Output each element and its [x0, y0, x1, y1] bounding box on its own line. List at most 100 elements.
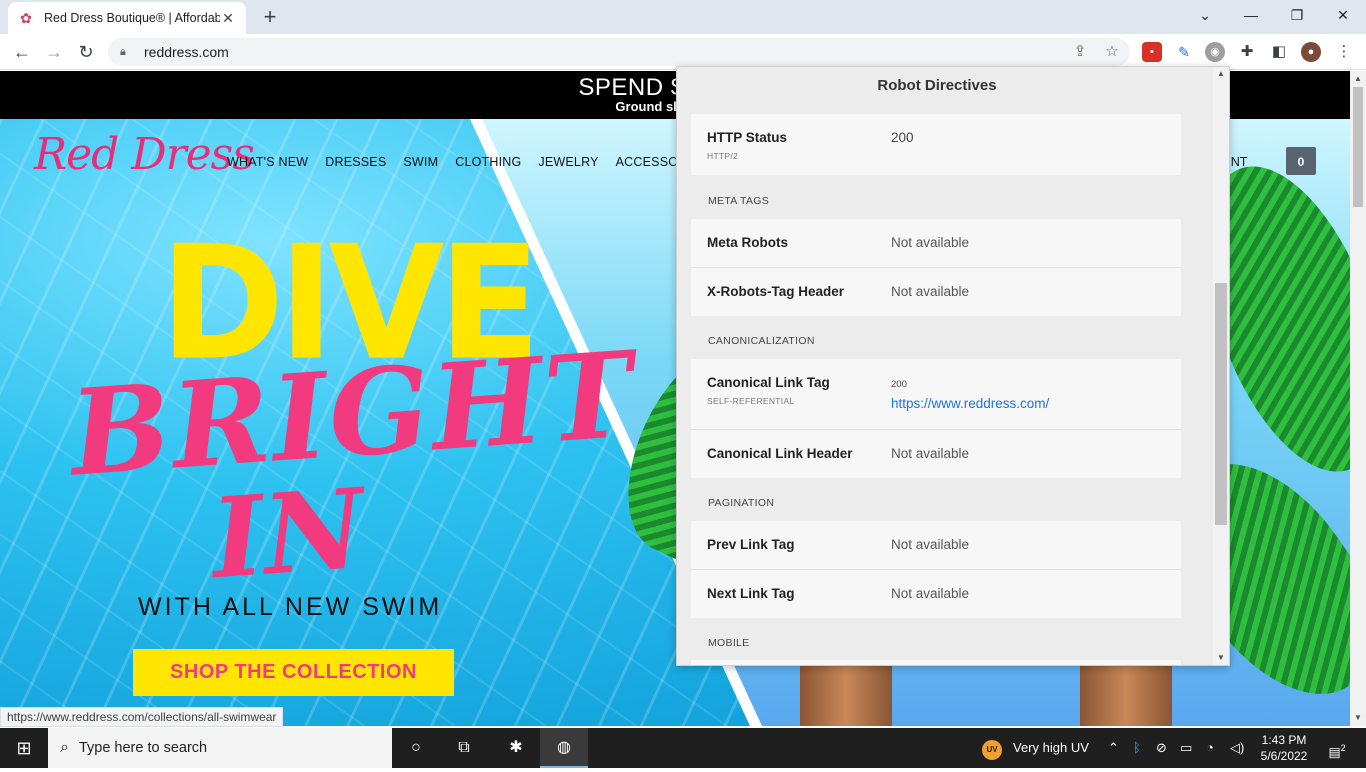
next-link-value: Not available: [891, 586, 970, 601]
page-scrollbar[interactable]: ▲ ▼: [1350, 71, 1366, 726]
http-status-label: HTTP Status: [707, 130, 788, 145]
section-meta-tags: META TAGS: [708, 195, 770, 207]
scroll-down-arrow-icon[interactable]: ▼: [1213, 651, 1229, 665]
nav-item-dresses[interactable]: DRESSES: [325, 155, 386, 169]
tab-title: Red Dress Boutique® | Affordable: [44, 11, 220, 25]
extension-eye-icon[interactable]: ◉: [1205, 42, 1225, 62]
next-link-row: Next Link Tag Not available: [691, 570, 1181, 618]
meta-tags-card: Meta Robots Not available X-Robots-Tag H…: [691, 219, 1181, 316]
canonical-header-value: Not available: [891, 446, 970, 461]
browser-tab[interactable]: ✿ Red Dress Boutique® | Affordable ✕: [8, 2, 246, 34]
notification-count: 2: [1340, 743, 1346, 753]
battery-icon[interactable]: ▭: [1180, 728, 1192, 768]
canonical-tag-row: Canonical Link Tag SELF-REFERENTIAL 200 …: [691, 359, 1181, 430]
extension-pen-icon[interactable]: ✎: [1174, 42, 1194, 62]
http-status-card: HTTP Status HTTP/2 200: [691, 114, 1181, 175]
meta-robots-value: Not available: [891, 235, 970, 250]
hero-subline: WITH ALL NEW SWIM: [138, 593, 443, 621]
new-tab-button[interactable]: +: [258, 6, 282, 30]
prev-link-row: Prev Link Tag Not available: [691, 521, 1181, 570]
site-logo[interactable]: Red Dress: [34, 129, 255, 180]
windows-start-icon[interactable]: ⊞: [0, 728, 48, 768]
nav-item-clothing[interactable]: CLOTHING: [455, 155, 521, 169]
canonical-header-row: Canonical Link Header Not available: [691, 430, 1181, 478]
http-version: HTTP/2: [707, 151, 739, 161]
pagination-card: Prev Link Tag Not available Next Link Ta…: [691, 521, 1181, 618]
canonical-header-label: Canonical Link Header: [707, 446, 853, 461]
chrome-icon[interactable]: ◍: [540, 728, 588, 768]
restore-button[interactable]: ❐: [1274, 0, 1320, 30]
mobile-card: [691, 660, 1181, 665]
scroll-up-arrow-icon[interactable]: ▲: [1213, 67, 1229, 81]
wifi-icon[interactable]: ◔: [1206, 728, 1214, 768]
browser-toolbar: ← → ↻ 🔒︎ reddress.com ⇪ ☆ ▪ ✎ ◉ ✚ ◧ ● ⋮: [0, 34, 1366, 70]
search-placeholder: Type here to search: [78, 740, 208, 756]
menu-kebab-icon[interactable]: ⋮: [1332, 38, 1356, 66]
http-status-row: HTTP Status HTTP/2 200: [691, 114, 1181, 175]
system-clock[interactable]: 1:43 PM 5/6/2022: [1254, 732, 1314, 764]
hero-title-in: IN: [207, 463, 369, 604]
meta-robots-label: Meta Robots: [707, 235, 788, 250]
search-icon: ⌕: [60, 739, 69, 756]
robot-directives-popup: Robot Directives HTTP Status HTTP/2 200 …: [676, 66, 1230, 666]
x-robots-row: X-Robots-Tag Header Not available: [691, 268, 1181, 316]
notifications-icon[interactable]: ▤2: [1324, 728, 1350, 768]
tab-strip: ✿ Red Dress Boutique® | Affordable ✕ + ⌄…: [0, 0, 1366, 34]
canonical-url-link[interactable]: https://www.reddress.com/: [891, 396, 1049, 411]
main-nav: WHAT'S NEW DRESSES SWIM CLOTHING JEWELRY…: [227, 155, 725, 169]
http-status-value: 200: [891, 130, 914, 145]
clock-time: 1:43 PM: [1261, 733, 1307, 747]
forward-button[interactable]: →: [40, 38, 68, 66]
cart-bag-icon[interactable]: 0: [1286, 147, 1316, 175]
meta-robots-row: Meta Robots Not available: [691, 219, 1181, 268]
volume-icon[interactable]: ◁): [1230, 728, 1244, 768]
close-tab-icon[interactable]: ✕: [220, 10, 236, 26]
taskbar-search[interactable]: ⌕ Type here to search: [48, 728, 392, 768]
canonical-tag-type: SELF-REFERENTIAL: [707, 396, 795, 406]
share-icon[interactable]: ⇪: [1068, 38, 1092, 66]
page-scroll-thumb[interactable]: [1353, 87, 1363, 207]
popup-title: Robot Directives: [877, 77, 997, 94]
tab-search-button[interactable]: ⌄: [1182, 0, 1228, 30]
address-bar[interactable]: 🔒︎ reddress.com: [108, 38, 1130, 66]
uv-badge: UV: [982, 740, 1002, 760]
tray-overflow-icon[interactable]: ⌃: [1108, 728, 1119, 768]
scroll-up-arrow-icon[interactable]: ▲: [1350, 71, 1366, 87]
extensions-puzzle-icon[interactable]: ✚: [1237, 42, 1257, 62]
section-mobile: MOBILE: [708, 637, 750, 649]
canonical-tag-code: 200: [891, 379, 907, 390]
cortana-icon[interactable]: ○: [392, 728, 440, 768]
section-pagination: PAGINATION: [708, 497, 775, 509]
canonical-card: Canonical Link Tag SELF-REFERENTIAL 200 …: [691, 359, 1181, 478]
shop-collection-button[interactable]: SHOP THE COLLECTION: [133, 649, 454, 696]
extension-red-icon[interactable]: ▪: [1142, 42, 1162, 62]
network-off-icon[interactable]: ⊘: [1156, 728, 1167, 768]
popup-scrollbar[interactable]: ▲ ▼: [1213, 67, 1229, 665]
flower-icon: ✿: [20, 10, 32, 26]
bookmark-star-icon[interactable]: ☆: [1100, 38, 1124, 66]
nav-item-whats-new[interactable]: WHAT'S NEW: [227, 155, 308, 169]
minimize-button[interactable]: —: [1228, 0, 1274, 30]
bluetooth-icon[interactable]: ᛒ: [1133, 728, 1141, 768]
popup-scroll-thumb[interactable]: [1215, 283, 1227, 525]
prev-link-value: Not available: [891, 537, 970, 552]
nav-item-jewelry[interactable]: JEWELRY: [538, 155, 598, 169]
url-text: reddress.com: [144, 44, 229, 60]
uv-weather-icon[interactable]: UV: [982, 728, 1004, 768]
reload-button[interactable]: ↻: [72, 38, 100, 66]
close-window-button[interactable]: ✕: [1320, 0, 1366, 30]
scroll-down-arrow-icon[interactable]: ▼: [1350, 710, 1366, 726]
x-robots-label: X-Robots-Tag Header: [707, 284, 845, 299]
back-button[interactable]: ←: [8, 38, 36, 66]
task-view-icon[interactable]: ⧉: [440, 728, 488, 768]
profile-avatar[interactable]: ●: [1301, 42, 1321, 62]
weather-text[interactable]: Very high UV: [1013, 728, 1089, 768]
x-robots-value: Not available: [891, 284, 970, 299]
section-canonicalization: CANONICALIZATION: [708, 335, 815, 347]
canonical-tag-label: Canonical Link Tag: [707, 375, 830, 390]
nav-item-swim[interactable]: SWIM: [403, 155, 438, 169]
side-panel-icon[interactable]: ◧: [1269, 42, 1289, 62]
lock-icon[interactable]: 🔒︎: [120, 46, 134, 59]
slack-icon[interactable]: ✱: [492, 728, 540, 768]
next-link-label: Next Link Tag: [707, 586, 795, 601]
